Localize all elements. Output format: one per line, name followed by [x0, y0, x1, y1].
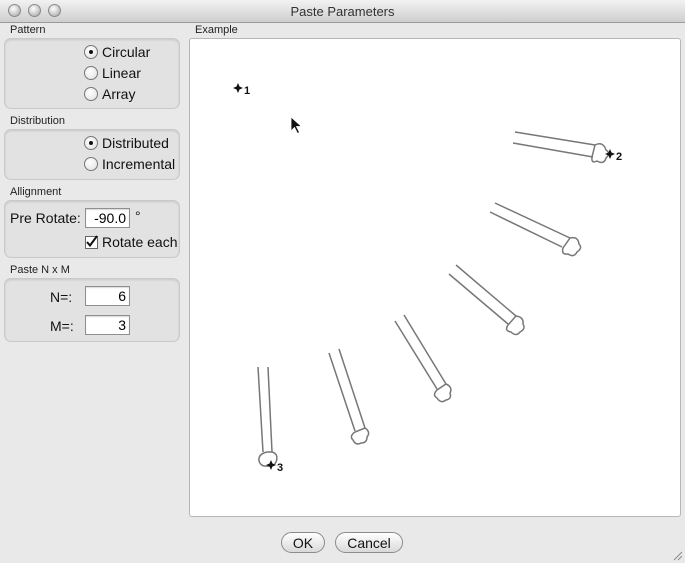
distribution-distributed-label: Distributed	[102, 135, 169, 151]
window-title: Paste Parameters	[290, 4, 395, 19]
radio-unselected-icon	[84, 66, 98, 80]
checkbox-checked-icon	[85, 234, 98, 249]
copy-shape	[328, 348, 370, 445]
cancel-button[interactable]: Cancel	[335, 532, 403, 553]
rotate-each-checkbox[interactable]: Rotate each	[85, 234, 178, 250]
ok-button[interactable]: OK	[281, 532, 325, 553]
example-section-label: Example	[195, 24, 238, 36]
paste-nxm-group: N=: 6 M=: 3	[4, 278, 180, 342]
pre-rotate-input[interactable]: -90.0	[85, 208, 130, 228]
m-label: M=:	[50, 318, 74, 334]
n-label: N=:	[50, 289, 73, 305]
distribution-incremental-label: Incremental	[102, 156, 176, 172]
rotate-each-label: Rotate each	[102, 234, 178, 250]
point-marker-icon	[266, 460, 276, 470]
pattern-circular-label: Circular	[102, 44, 151, 60]
point-label-2: 2	[616, 151, 622, 163]
pattern-section-label: Pattern	[10, 24, 46, 36]
m-input[interactable]: 3	[85, 315, 130, 335]
pattern-group: Circular Linear Array	[4, 38, 180, 109]
point-label-3: 3	[277, 462, 283, 474]
copy-shape	[489, 202, 582, 257]
resize-grip-icon[interactable]	[671, 549, 683, 561]
distribution-section-label: Distribution	[10, 115, 66, 127]
pattern-array-radio[interactable]: Array	[84, 86, 135, 102]
pattern-linear-label: Linear	[102, 65, 141, 81]
copy-shape	[394, 314, 452, 403]
mouse-cursor-icon	[290, 116, 303, 135]
pattern-linear-radio[interactable]: Linear	[84, 65, 141, 81]
radio-selected-icon	[84, 45, 98, 59]
copy-shape	[512, 131, 610, 164]
distribution-incremental-radio[interactable]: Incremental	[84, 156, 175, 172]
pattern-circular-radio[interactable]: Circular	[84, 44, 150, 60]
distribution-distributed-radio[interactable]: Distributed	[84, 135, 169, 151]
alignment-section-label: Allignment	[10, 186, 62, 198]
distribution-group: Distributed Incremental	[4, 129, 180, 180]
alignment-group: Pre Rotate: -90.0 ° Rotate each	[4, 200, 180, 258]
example-canvas[interactable]: 1 2 3	[189, 38, 681, 517]
paste-parameters-window: Paste Parameters Pattern Circular Linear…	[0, 0, 685, 563]
copy-shape	[448, 264, 525, 336]
paste-nxm-section-label: Paste N x M	[10, 264, 70, 276]
radio-unselected-icon	[84, 157, 98, 171]
radio-unselected-icon	[84, 87, 98, 101]
n-input[interactable]: 6	[85, 286, 130, 306]
point-label-1: 1	[244, 85, 250, 97]
copy-shape	[257, 366, 278, 467]
radio-selected-icon	[84, 136, 98, 150]
degree-symbol: °	[135, 208, 141, 224]
point-marker-icon	[233, 83, 243, 93]
pre-rotate-label: Pre Rotate:	[10, 210, 81, 226]
pattern-array-label: Array	[102, 86, 136, 102]
example-drawing: 1 2 3	[233, 83, 622, 474]
title-bar: Paste Parameters	[0, 0, 685, 23]
